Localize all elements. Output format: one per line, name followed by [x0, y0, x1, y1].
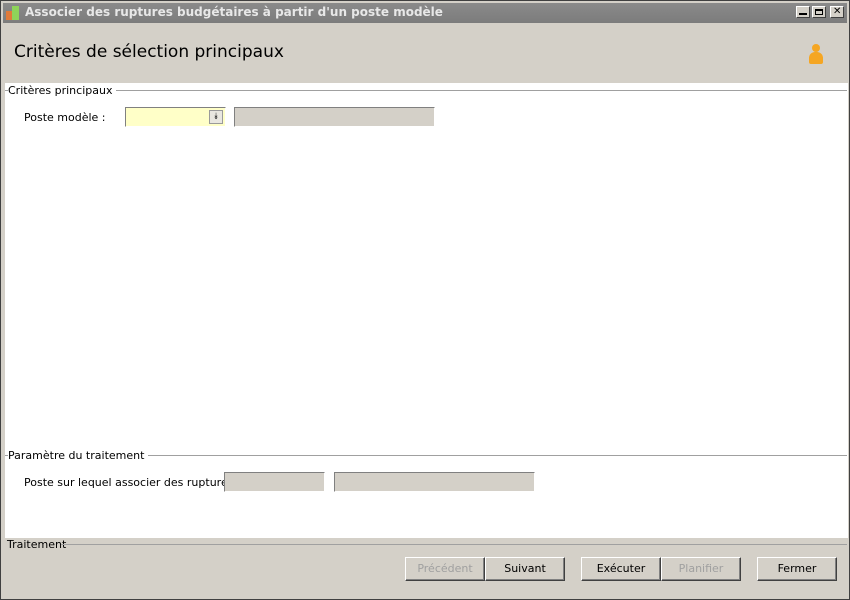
poste-modele-description-field: [234, 107, 435, 127]
poste-description-field: [334, 472, 535, 492]
minimize-button[interactable]: [796, 6, 810, 18]
previous-button[interactable]: Précédent: [405, 557, 485, 581]
schedule-button[interactable]: Planifier: [661, 557, 741, 581]
next-button[interactable]: Suivant: [485, 557, 565, 581]
close-icon: ✕: [833, 6, 842, 17]
poste-ruptures-label: Poste sur lequel associer des ruptures :: [24, 476, 241, 489]
traitement-section-rule: [61, 544, 847, 545]
criteria-section-rule: [5, 90, 847, 91]
close-button[interactable]: Fermer: [757, 557, 837, 581]
chevron-down-icon[interactable]: ⯯: [209, 110, 223, 124]
traitement-section-title: Traitement: [7, 538, 67, 551]
application-window: Associer des ruptures budgétaires à part…: [0, 0, 850, 600]
title-bar[interactable]: Associer des ruptures budgétaires à part…: [3, 3, 847, 23]
poste-code-field: [224, 472, 325, 492]
maximize-icon: [815, 9, 823, 15]
user-icon[interactable]: [807, 44, 825, 66]
execute-button[interactable]: Exécuter: [581, 557, 661, 581]
form-panel: Critères principaux Poste modèle : ⯯ Par…: [5, 83, 848, 538]
app-icon: [6, 6, 20, 20]
maximize-button[interactable]: [812, 6, 826, 18]
poste-modele-label: Poste modèle :: [24, 111, 106, 124]
parameters-section-title: Paramètre du traitement: [8, 449, 149, 462]
page-header: Critères de sélection principaux: [3, 23, 847, 83]
page-title: Critères de sélection principaux: [14, 42, 284, 62]
criteria-section-title: Critères principaux: [8, 84, 117, 97]
minimize-icon: [799, 13, 807, 15]
poste-modele-combobox[interactable]: ⯯: [125, 107, 226, 127]
window-title: Associer des ruptures budgétaires à part…: [25, 5, 443, 19]
close-window-button[interactable]: ✕: [830, 6, 844, 18]
